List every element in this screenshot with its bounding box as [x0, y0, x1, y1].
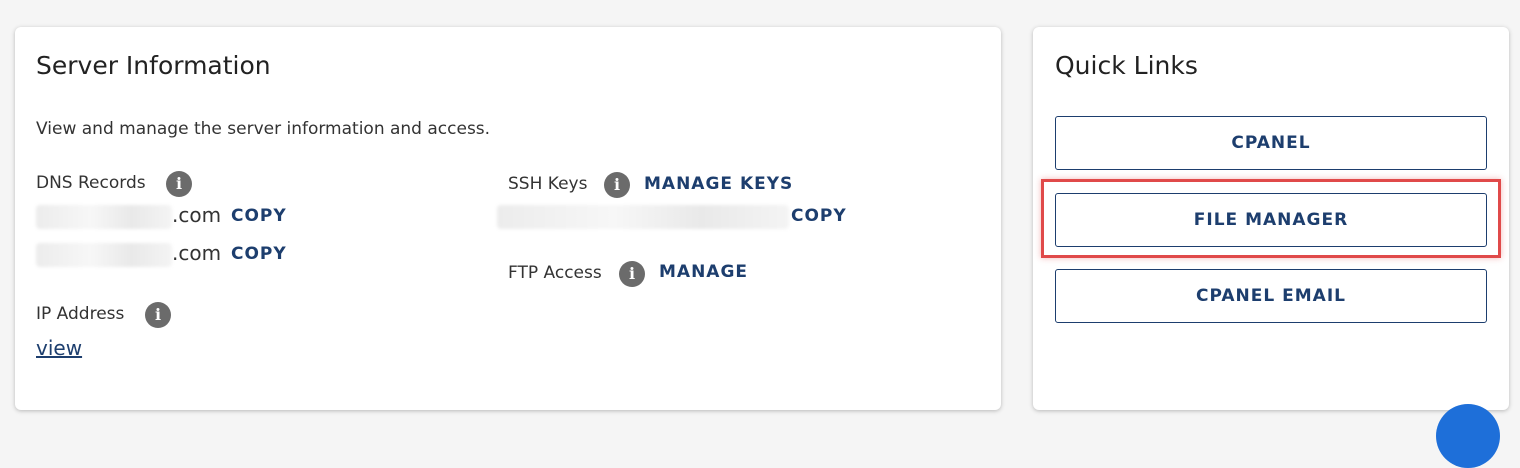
- file-manager-button[interactable]: FILE MANAGER: [1055, 193, 1487, 247]
- quick-links-card: Quick Links CPANEL FILE MANAGER CPANEL E…: [1033, 27, 1509, 410]
- quick-links-title: Quick Links: [1055, 51, 1198, 80]
- ip-address-view-link[interactable]: view: [36, 336, 82, 360]
- ssh-info-icon[interactable]: i: [604, 172, 630, 198]
- ftp-access-label: FTP Access: [508, 263, 602, 283]
- server-information-title: Server Information: [36, 51, 271, 80]
- ftp-info-icon[interactable]: i: [619, 261, 645, 287]
- ftp-manage-button[interactable]: MANAGE: [659, 262, 748, 282]
- ssh-keys-label: SSH Keys: [508, 174, 588, 194]
- dns-record-1-copy-button[interactable]: COPY: [231, 206, 287, 226]
- ssh-manage-keys-button[interactable]: MANAGE KEYS: [644, 174, 793, 194]
- dns-records-label: DNS Records: [36, 173, 146, 193]
- chat-fab-button[interactable]: [1436, 404, 1500, 468]
- server-information-card: Server Information View and manage the s…: [15, 27, 1001, 410]
- ssh-key-redacted: [497, 205, 789, 229]
- ip-address-label: IP Address: [36, 304, 125, 324]
- dns-record-2-redacted: [36, 243, 172, 267]
- cpanel-email-button[interactable]: CPANEL EMAIL: [1055, 269, 1487, 323]
- cpanel-button[interactable]: CPANEL: [1055, 116, 1487, 170]
- server-information-description: View and manage the server information a…: [36, 119, 491, 139]
- dns-record-1-suffix: .com: [172, 203, 222, 227]
- dns-record-2-suffix: .com: [172, 241, 222, 265]
- dns-record-2-copy-button[interactable]: COPY: [231, 244, 287, 264]
- dns-record-1-redacted: [36, 205, 172, 229]
- dns-info-icon[interactable]: i: [166, 171, 192, 197]
- ip-info-icon[interactable]: i: [145, 302, 171, 328]
- ssh-key-copy-button[interactable]: COPY: [791, 206, 847, 226]
